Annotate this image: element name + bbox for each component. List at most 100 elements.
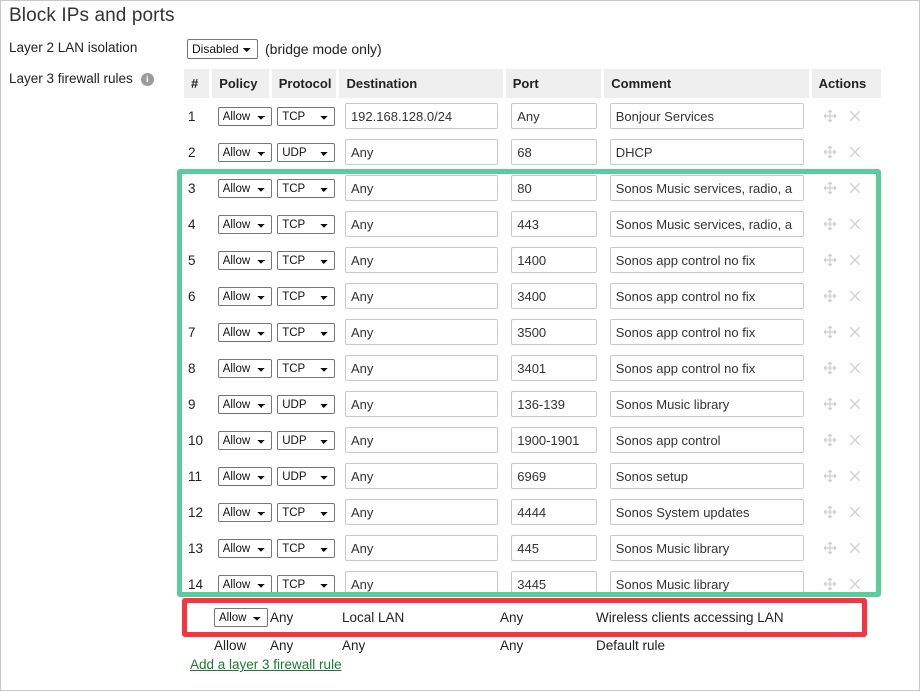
destination-input-row-4[interactable]: [344, 211, 499, 237]
port-input-row-11[interactable]: [511, 463, 597, 489]
port-input-row-4[interactable]: [511, 211, 597, 237]
protocol-select-row-14[interactable]: TCPUDPICMPAny: [277, 574, 336, 594]
close-icon[interactable]: [848, 217, 862, 231]
move-icon[interactable]: [823, 505, 837, 519]
port-input-row-12[interactable]: [511, 499, 597, 525]
comment-input-row-5[interactable]: [609, 247, 805, 273]
comment-input-row-3[interactable]: [609, 175, 805, 201]
policy-select-row-9[interactable]: AllowDeny: [217, 394, 272, 414]
move-icon[interactable]: [823, 361, 837, 375]
port-input-row-9[interactable]: [511, 391, 597, 417]
comment-input-row-11[interactable]: [609, 463, 805, 489]
port-input-row-1[interactable]: [511, 103, 597, 129]
destination-input-row-5[interactable]: [344, 247, 499, 273]
port-input-row-3[interactable]: [511, 175, 597, 201]
move-icon[interactable]: [823, 145, 837, 159]
protocol-select-row-5[interactable]: TCPUDPICMPAny: [277, 250, 336, 270]
port-input-row-8[interactable]: [511, 355, 597, 381]
destination-input-row-12[interactable]: [344, 499, 499, 525]
policy-select-row-7[interactable]: AllowDeny: [217, 322, 272, 342]
port-input-row-6[interactable]: [511, 283, 597, 309]
protocol-select-row-3[interactable]: TCPUDPICMPAny: [277, 178, 336, 198]
policy-select-row-8[interactable]: AllowDeny: [217, 358, 272, 378]
move-icon[interactable]: [823, 253, 837, 267]
policy-select-row-4[interactable]: AllowDeny: [217, 214, 272, 234]
comment-input-row-13[interactable]: [609, 535, 805, 561]
destination-input-row-1[interactable]: [344, 103, 499, 129]
close-icon[interactable]: [848, 361, 862, 375]
protocol-select-row-1[interactable]: TCPUDPICMPAny: [277, 106, 336, 126]
protocol-select-row-13[interactable]: TCPUDPICMPAny: [277, 538, 336, 558]
move-icon[interactable]: [823, 109, 837, 123]
port-input-row-7[interactable]: [511, 319, 597, 345]
close-icon[interactable]: [848, 577, 862, 591]
destination-input-row-13[interactable]: [344, 535, 499, 561]
move-icon[interactable]: [823, 433, 837, 447]
policy-select-row-3[interactable]: AllowDeny: [217, 178, 272, 198]
protocol-select-row-9[interactable]: TCPUDPICMPAny: [277, 394, 336, 414]
port-input-row-5[interactable]: [511, 247, 597, 273]
move-icon[interactable]: [823, 541, 837, 555]
move-icon[interactable]: [823, 397, 837, 411]
policy-select-row-2[interactable]: AllowDeny: [217, 142, 272, 162]
close-icon[interactable]: [848, 289, 862, 303]
destination-input-row-11[interactable]: [344, 463, 499, 489]
add-layer3-firewall-rule-link[interactable]: Add a layer 3 firewall rule: [190, 657, 342, 672]
layer2-isolation-select[interactable]: DisabledEnabled: [187, 39, 258, 59]
close-icon[interactable]: [848, 397, 862, 411]
close-icon[interactable]: [848, 541, 862, 555]
protocol-select-row-6[interactable]: TCPUDPICMPAny: [277, 286, 336, 306]
destination-input-row-3[interactable]: [344, 175, 499, 201]
policy-select-row-6[interactable]: AllowDeny: [217, 286, 272, 306]
destination-input-row-10[interactable]: [344, 427, 499, 453]
move-icon[interactable]: [823, 289, 837, 303]
comment-input-row-8[interactable]: [609, 355, 805, 381]
protocol-select-row-11[interactable]: TCPUDPICMPAny: [277, 466, 336, 486]
close-icon[interactable]: [848, 433, 862, 447]
close-icon[interactable]: [848, 181, 862, 195]
row-number: 9: [188, 396, 196, 412]
protocol-select-row-2[interactable]: TCPUDPICMPAny: [277, 142, 336, 162]
destination-input-row-2[interactable]: [344, 139, 499, 165]
policy-select-row-10[interactable]: AllowDeny: [217, 430, 272, 450]
protocol-select-row-4[interactable]: TCPUDPICMPAny: [277, 214, 336, 234]
comment-input-row-12[interactable]: [609, 499, 805, 525]
protocol-select-row-7[interactable]: TCPUDPICMPAny: [277, 322, 336, 342]
close-icon[interactable]: [848, 469, 862, 483]
protocol-select-row-8[interactable]: TCPUDPICMPAny: [277, 358, 336, 378]
comment-input-row-2[interactable]: [609, 139, 805, 165]
comment-input-row-4[interactable]: [609, 211, 805, 237]
policy-select-row-11[interactable]: AllowDeny: [217, 466, 272, 486]
close-icon[interactable]: [848, 505, 862, 519]
comment-input-row-6[interactable]: [609, 283, 805, 309]
port-input-row-2[interactable]: [511, 139, 597, 165]
move-icon[interactable]: [823, 325, 837, 339]
policy-select-row-12[interactable]: AllowDeny: [217, 502, 272, 522]
move-icon[interactable]: [823, 577, 837, 591]
close-icon[interactable]: [848, 325, 862, 339]
policy-select-row-13[interactable]: AllowDeny: [217, 538, 272, 558]
comment-input-row-10[interactable]: [609, 427, 805, 453]
destination-input-row-7[interactable]: [344, 319, 499, 345]
comment-input-row-7[interactable]: [609, 319, 805, 345]
move-icon[interactable]: [823, 469, 837, 483]
close-icon[interactable]: [848, 145, 862, 159]
close-icon[interactable]: [848, 109, 862, 123]
move-icon[interactable]: [823, 217, 837, 231]
comment-input-row-9[interactable]: [609, 391, 805, 417]
protocol-select-row-12[interactable]: TCPUDPICMPAny: [277, 502, 336, 522]
info-icon[interactable]: i: [140, 73, 154, 86]
comment-input-row-1[interactable]: [609, 103, 805, 129]
policy-select-row-1[interactable]: AllowDeny: [217, 106, 272, 126]
destination-input-row-8[interactable]: [344, 355, 499, 381]
policy-select-row-14[interactable]: AllowDeny: [217, 574, 272, 594]
protocol-select-row-10[interactable]: TCPUDPICMPAny: [277, 430, 336, 450]
destination-input-row-9[interactable]: [344, 391, 499, 417]
port-input-row-13[interactable]: [511, 535, 597, 561]
close-icon[interactable]: [848, 253, 862, 267]
move-icon[interactable]: [823, 181, 837, 195]
wireless-rule-policy-select[interactable]: AllowDeny: [214, 607, 268, 627]
destination-input-row-6[interactable]: [344, 283, 499, 309]
policy-select-row-5[interactable]: AllowDeny: [217, 250, 272, 270]
port-input-row-10[interactable]: [511, 427, 597, 453]
